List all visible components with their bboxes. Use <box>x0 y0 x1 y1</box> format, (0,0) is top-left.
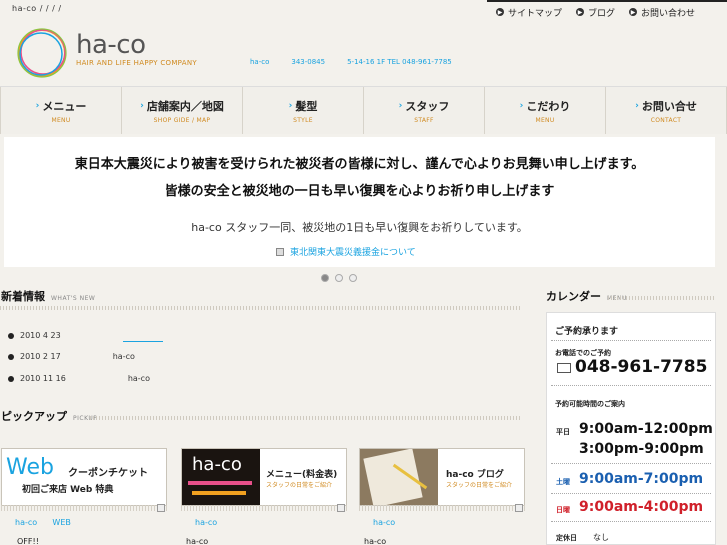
pickup-text: OFF!! <box>17 537 39 545</box>
expand-icon[interactable] <box>337 504 345 512</box>
web-logo: Web <box>6 455 54 480</box>
banner-line-1: 東日本大震災により被害を受けられた被災者の皆様に対し、謹んで心よりお見舞い申し上… <box>74 157 645 172</box>
phone-number[interactable]: 048-961-7785 <box>575 357 707 377</box>
nav-style[interactable]: › 髪型 STYLE <box>243 87 364 134</box>
card-shadow <box>359 505 525 511</box>
weekday-hours-1: 9:00am-12:00pm <box>579 421 713 437</box>
pickup-link[interactable]: ha-co WEB <box>15 518 71 527</box>
news-item[interactable]: 2010 4 23 <box>8 331 61 340</box>
pickup-link[interactable]: ha-co <box>373 518 395 527</box>
arrow-icon: ▶ <box>629 8 638 16</box>
mail-icon <box>557 363 571 373</box>
logo-tagline: HAIR AND LIFE HAPPY COMPANY <box>76 59 197 67</box>
menu-card[interactable]: ha-co メニュー(料金表) スタッフの日常をご紹介 <box>181 448 347 506</box>
logo-wordmark[interactable]: ha-co <box>76 30 146 60</box>
contact-info: ha-co 343-0845 5-14-16 1F TEL 048-961-7785 <box>250 58 474 66</box>
notebook-image <box>360 449 438 505</box>
sunday-hours: 9:00am-4:00pm <box>579 499 704 515</box>
nav-kodawari[interactable]: › こだわり MENU <box>485 87 606 134</box>
bullet-icon <box>8 375 14 382</box>
global-nav: › メニュー MENU › 店舗案内／地図 SHOP GIDE / MAP › 髪型 STY… <box>0 86 727 134</box>
pickup-link[interactable]: ha-co <box>195 518 217 527</box>
news-item[interactable]: 2010 11 16 ha-co <box>8 374 150 383</box>
arrow-icon: ▶ <box>496 8 504 16</box>
postal-code: 343-0845 <box>291 58 326 66</box>
breadcrumb: ha-co / / / / <box>12 4 62 13</box>
divider <box>0 306 522 310</box>
blog-link[interactable]: ▶ ブログ <box>576 6 615 19</box>
coupon-card[interactable]: Web クーポンチケット 初回ご来店 Web 特典 <box>1 448 167 506</box>
pickup-text: ha-co <box>364 537 387 545</box>
card-shadow <box>181 505 347 511</box>
arrow-icon: ▶ <box>576 8 585 16</box>
saturday-hours: 9:00am-7:00pm <box>579 471 704 487</box>
logo-rings-icon[interactable] <box>15 26 69 80</box>
utility-nav: ▶ サイトマップ ▶ ブログ ▶ お問い合わせ <box>487 0 727 22</box>
contact-link[interactable]: ▶ お問い合わせ <box>629 6 695 19</box>
slide-dot[interactable] <box>349 274 357 282</box>
sitemap-link[interactable]: ▶ サイトマップ <box>496 6 562 19</box>
divider <box>608 296 714 300</box>
expand-icon[interactable] <box>157 504 165 512</box>
slide-dot[interactable] <box>335 274 343 282</box>
divider <box>90 416 522 420</box>
chevron-right-icon: › <box>398 100 403 111</box>
news-heading: 新着情報 WHAT'S NEW <box>1 290 96 303</box>
weekday-hours-2: 3:00pm-9:00pm <box>579 441 704 457</box>
card-shadow <box>1 505 167 511</box>
expand-icon[interactable] <box>515 504 523 512</box>
chevron-right-icon: › <box>140 100 144 111</box>
announcement-banner: 東日本大震災により被害を受けられた被災者の皆様に対し、謹んで心よりお見舞い申し上… <box>4 137 715 267</box>
document-icon <box>276 247 284 256</box>
news-link-underline[interactable] <box>123 341 163 342</box>
chevron-right-icon: › <box>635 100 639 111</box>
address-phone: 5-14-16 1F TEL 048-961-7785 <box>347 58 452 66</box>
chalkboard-image: ha-co <box>182 449 260 505</box>
nav-contact[interactable]: › お問い合せ CONTACT <box>606 87 727 134</box>
pickup-heading: ピックアップ PICKUP <box>1 410 98 423</box>
blog-card[interactable]: ha-co ブログ スタッフの日常をご紹介 <box>359 448 525 506</box>
chevron-right-icon: › <box>288 100 293 111</box>
nav-shop-map[interactable]: › 店舗案内／地図 SHOP GIDE / MAP <box>122 87 243 134</box>
shop-name: ha-co <box>250 58 270 66</box>
pickup-text: ha-co <box>186 537 209 545</box>
banner-line-3: ha-co スタッフ一同、被災地の1日も早い復興をお祈りしています。 <box>191 221 528 234</box>
nav-staff[interactable]: › スタッフ STAFF <box>364 87 485 134</box>
banner-line-2: 皆様の安全と被災地の一日も早い復興を心よりお祈り申し上げます <box>164 184 555 199</box>
bullet-icon <box>8 332 14 339</box>
bullet-icon <box>8 353 14 360</box>
donation-link[interactable]: 東北関東大震災義援金について <box>276 245 416 258</box>
slide-dot[interactable] <box>321 274 329 282</box>
chevron-right-icon: › <box>519 100 524 111</box>
chevron-right-icon: › <box>35 100 40 111</box>
news-item[interactable]: 2010 2 17 ha-co <box>8 352 135 361</box>
slide-pager <box>321 274 357 282</box>
reservation-panel: ご予約承ります お電話でのご予約 048-961-7785 予約可能時間のご案内… <box>546 312 716 545</box>
nav-menu[interactable]: › メニュー MENU <box>0 87 122 134</box>
